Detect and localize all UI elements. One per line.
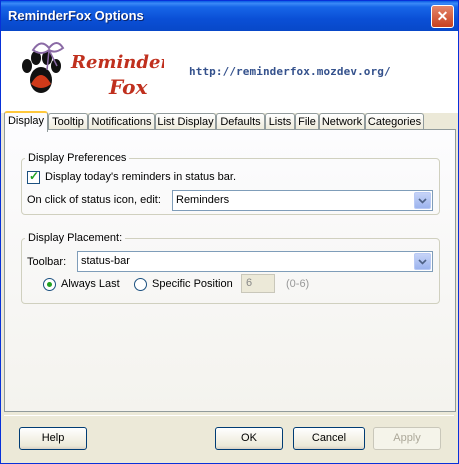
radio-selected-dot [47, 282, 52, 287]
display-placement-legend: Display Placement: [28, 232, 123, 244]
chevron-down-icon[interactable] [414, 192, 431, 209]
status-bar-checkbox-label: Display today's reminders in status bar. [45, 171, 237, 183]
always-last-label: Always Last [61, 278, 120, 290]
status-bar-checkbox[interactable]: ✓ [27, 169, 40, 184]
position-input[interactable]: 6 [241, 274, 275, 293]
homepage-link[interactable]: http://reminderfox.mozdev.org/ [189, 65, 391, 78]
tab-network[interactable]: Network [319, 113, 365, 130]
apply-button[interactable]: Apply [373, 427, 441, 450]
specific-position-radio[interactable] [134, 278, 147, 291]
svg-text:Reminder: Reminder [70, 52, 164, 73]
always-last-radio[interactable] [43, 278, 56, 291]
tab-list-display[interactable]: List Display [155, 113, 216, 130]
toolbar-value: status-bar [81, 255, 130, 267]
bottom-separator [4, 415, 454, 416]
specific-position-label: Specific Position [152, 278, 233, 290]
header-banner: Reminder Fox http://reminderfox.mozdev.o… [1, 31, 458, 113]
reminderfox-logo: Reminder Fox [19, 36, 171, 108]
chevron-down-icon[interactable] [414, 253, 431, 270]
position-value: 6 [246, 277, 253, 289]
edit-on-click-value: Reminders [176, 194, 230, 206]
tab-tooltip[interactable]: Tooltip [48, 113, 88, 130]
checkmark-icon: ✓ [29, 169, 40, 183]
edit-on-click-select[interactable]: Reminders [172, 190, 433, 211]
tab-lists[interactable]: Lists [265, 113, 295, 130]
title-bar[interactable]: ReminderFox Options ✕ [1, 1, 458, 31]
paw-icon [22, 51, 61, 93]
edit-on-click-label: On click of status icon, edit: [27, 194, 161, 206]
close-icon: ✕ [436, 8, 449, 24]
position-range-hint: (0-6) [286, 278, 310, 290]
tab-defaults[interactable]: Defaults [216, 113, 265, 130]
display-preferences-legend: Display Preferences [28, 152, 127, 164]
tab-display[interactable]: Display [4, 111, 48, 132]
window-title: ReminderFox Options [8, 8, 144, 23]
toolbar-label: Toolbar: [27, 256, 67, 268]
display-tab-panel: Display Preferences ✓ Display today's re… [4, 129, 456, 412]
options-window: ReminderFox Options ✕ Reminder Fox http:… [0, 0, 459, 464]
toolbar-select[interactable]: status-bar [77, 251, 433, 272]
tab-categories[interactable]: Categories [365, 113, 424, 130]
cancel-button[interactable]: Cancel [293, 427, 365, 450]
tab-notifications[interactable]: Notifications [88, 113, 155, 130]
svg-text:Fox: Fox [108, 75, 148, 99]
help-button[interactable]: Help [19, 427, 87, 450]
tab-file[interactable]: File [295, 113, 319, 130]
close-button[interactable]: ✕ [431, 5, 454, 28]
ok-button[interactable]: OK [215, 427, 283, 450]
